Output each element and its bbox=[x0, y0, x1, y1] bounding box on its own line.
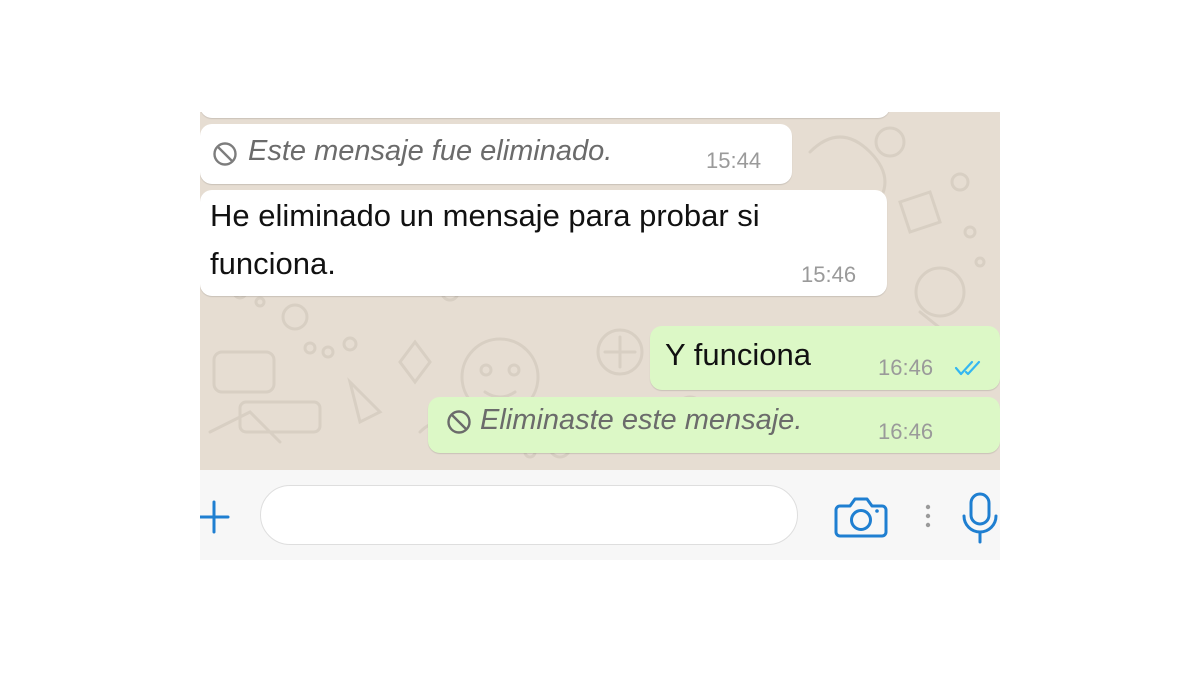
message-text: Eliminaste este mensaje. bbox=[480, 404, 803, 436]
message-timestamp: 16:46 bbox=[878, 419, 934, 444]
camera-icon[interactable] bbox=[834, 494, 888, 538]
vertical-dots-icon[interactable] bbox=[918, 502, 938, 532]
message-bubble-outgoing[interactable]: Y funciona 16:46 bbox=[650, 326, 1000, 390]
message-timestamp: 16:46 bbox=[878, 355, 934, 380]
message-text: Y funciona bbox=[665, 337, 811, 372]
message-input-field[interactable] bbox=[260, 485, 798, 545]
message-text-line-2: funciona. bbox=[210, 246, 336, 281]
message-bubble-incoming-deleted[interactable]: Este mensaje fue eliminado. 15:44 bbox=[200, 124, 792, 184]
microphone-icon[interactable] bbox=[960, 492, 1000, 544]
ban-icon bbox=[213, 142, 237, 166]
message-bubble-incoming[interactable]: He eliminado un mensaje para probar si f… bbox=[200, 190, 887, 296]
ban-icon bbox=[447, 410, 471, 434]
plus-icon[interactable] bbox=[200, 499, 230, 535]
message-timestamp: 15:44 bbox=[706, 148, 762, 173]
chat-message-area[interactable]: Este mensaje fue eliminado. 15:44 He eli… bbox=[200, 112, 1000, 470]
message-text-line-1: He eliminado un mensaje para probar si bbox=[210, 198, 760, 233]
message-timestamp: 15:46 bbox=[801, 262, 857, 287]
previous-message-bubble-edge bbox=[200, 112, 890, 118]
read-double-tick-icon bbox=[954, 360, 981, 376]
message-bubble-outgoing-deleted[interactable]: Eliminaste este mensaje. 16:46 bbox=[428, 397, 1000, 453]
chat-window: Este mensaje fue eliminado. 15:44 He eli… bbox=[200, 112, 1000, 560]
message-text: Este mensaje fue eliminado. bbox=[248, 135, 613, 167]
